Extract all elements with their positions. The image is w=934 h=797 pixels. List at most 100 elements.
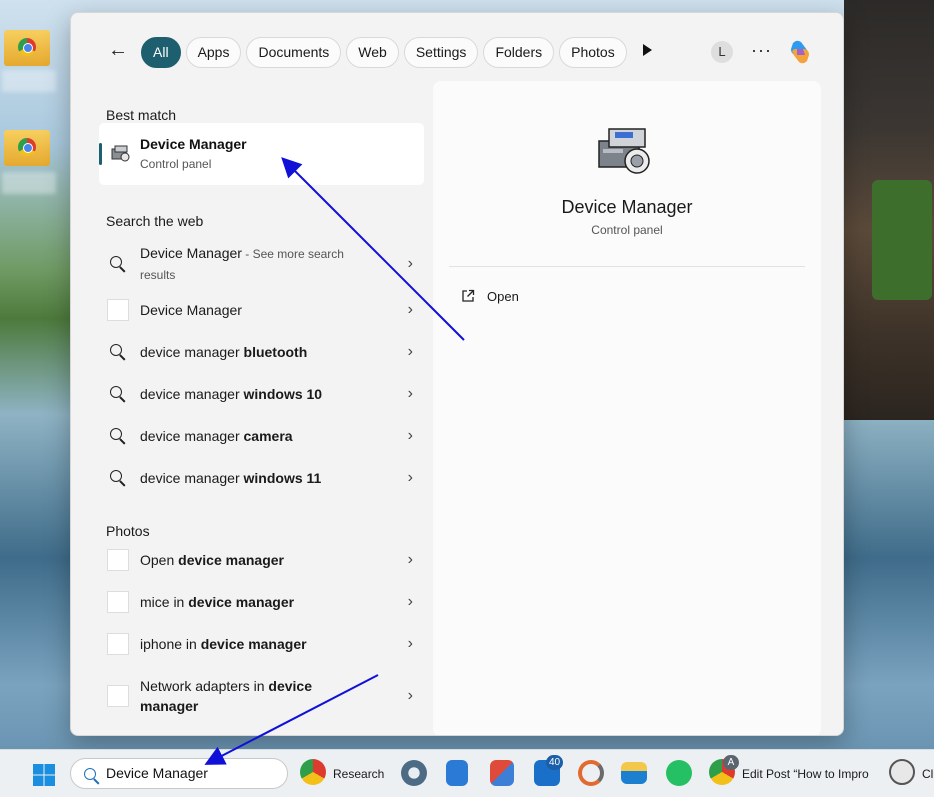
chrome-icon [300, 759, 326, 785]
chevron-right-icon: › [407, 301, 413, 318]
whatsapp-icon[interactable] [666, 760, 692, 786]
web-result-row[interactable]: Device Manager › [107, 290, 413, 330]
desktop-folder-label [2, 172, 56, 194]
photo-result-plain: Open [140, 552, 179, 568]
taskbar-app-last[interactable]: Cl [889, 759, 934, 789]
search-icon [107, 383, 129, 405]
desktop-folder-label [2, 70, 56, 92]
web-result-text: device manager windows 11 [140, 468, 380, 488]
web-result-text: device manager camera [140, 426, 380, 446]
search-web-heading: Search the web [106, 213, 204, 229]
chevron-right-icon: › [407, 427, 413, 444]
photo-result-row[interactable]: Network adapters in device manager › [107, 671, 413, 721]
web-result-text: device manager windows 10 [140, 384, 380, 404]
best-match-title: Device Manager [140, 136, 247, 152]
taskbar-edit-post-label: Edit Post “How to Impro [742, 767, 869, 781]
notepad-icon[interactable] [446, 760, 468, 786]
copilot-icon[interactable] [785, 37, 815, 67]
taskbar: Research 40 A Edit Post “How to Impro Cl [0, 749, 934, 797]
detail-subtitle: Control panel [591, 223, 663, 237]
photo-result-text: Open device manager [140, 550, 380, 570]
filter-all[interactable]: All [141, 37, 181, 68]
chevron-right-icon: › [407, 687, 413, 704]
taskbar-search-box[interactable] [70, 758, 288, 789]
web-result-row[interactable]: device manager windows 10 › [107, 374, 413, 414]
web-result-row[interactable]: device manager camera › [107, 416, 413, 456]
taskbar-outlook[interactable]: 40 [534, 755, 568, 789]
photo-thumbnail-icon [107, 685, 129, 707]
start-search-menu: ← All Apps Documents Web Settings Folder… [70, 12, 844, 736]
settings-gear-icon[interactable] [401, 760, 427, 786]
snipping-tool-icon[interactable] [490, 760, 514, 786]
photo-thumbnail-icon [107, 549, 129, 571]
search-icon [107, 253, 129, 275]
photo-result-text: Network adapters in device manager [140, 676, 340, 716]
web-result-bold: windows 11 [243, 470, 322, 486]
wallpaper-windmill [844, 0, 934, 420]
web-result-row[interactable]: device manager windows 11 › [107, 458, 413, 498]
web-result-text: Device Manager [140, 300, 380, 320]
photo-result-row[interactable]: iphone in device manager › [107, 624, 413, 664]
web-result-row[interactable]: Device Manager - See more search results… [107, 239, 413, 289]
search-icon [107, 425, 129, 447]
photo-result-bold: device manager [188, 594, 295, 610]
web-result-bold: windows 10 [243, 386, 323, 402]
photo-result-text: iphone in device manager [140, 634, 380, 654]
file-explorer-icon[interactable] [621, 762, 647, 784]
filter-documents[interactable]: Documents [246, 37, 342, 68]
open-label: Open [487, 288, 519, 304]
more-filters-play-icon[interactable] [643, 44, 652, 56]
chevron-right-icon: › [407, 593, 413, 610]
web-result-text: Device Manager - See more search results [140, 243, 380, 285]
photo-result-plain: iphone in [140, 636, 201, 652]
windows-start-icon[interactable] [33, 764, 55, 786]
photo-result-row[interactable]: mice in device manager › [107, 582, 413, 622]
best-match-heading: Best match [106, 107, 177, 123]
photo-thumbnail-icon [107, 591, 129, 613]
filter-web[interactable]: Web [346, 37, 399, 68]
web-result-bold: camera [243, 428, 293, 444]
web-result-bold: bluetooth [243, 344, 308, 360]
filter-apps[interactable]: Apps [185, 37, 242, 68]
open-action[interactable]: Open [461, 286, 519, 306]
taskbar-last-label: Cl [922, 767, 934, 781]
chevron-right-icon: › [407, 385, 413, 402]
filter-settings[interactable]: Settings [403, 37, 479, 68]
photo-result-row[interactable]: Open device manager › [107, 540, 413, 580]
photo-result-plain: mice in [140, 594, 189, 610]
photo-result-plain: Network adapters in [140, 678, 269, 694]
filter-bar: ← All Apps Documents Web Settings Folder… [71, 13, 843, 77]
best-match-device-manager[interactable]: Device Manager Control panel [99, 123, 424, 185]
chevron-right-icon: › [407, 635, 413, 652]
filter-folders[interactable]: Folders [483, 37, 555, 68]
device-manager-icon [111, 145, 130, 162]
photo-result-bold: device manager [200, 636, 307, 652]
web-result-text: device manager bluetooth [140, 342, 380, 362]
taskbar-research-label: Research [333, 767, 385, 781]
refresh-app-icon[interactable] [578, 760, 604, 786]
search-icon [107, 341, 129, 363]
desktop-folder-icon[interactable] [4, 30, 50, 66]
more-options-button[interactable]: ··· [751, 40, 772, 61]
web-result-query: device manager [140, 428, 244, 444]
photo-thumbnail-icon [107, 633, 129, 655]
thumbnail-icon [107, 299, 129, 321]
web-result-row[interactable]: device manager bluetooth › [107, 332, 413, 372]
filter-photos[interactable]: Photos [559, 37, 627, 68]
detail-pane: Device Manager Control panel Open [433, 81, 821, 735]
chevron-right-icon: › [407, 255, 413, 272]
photo-result-bold: device manager [178, 552, 284, 568]
web-result-query: device manager [140, 470, 244, 486]
account-avatar[interactable]: L [711, 41, 733, 63]
chevron-right-icon: › [407, 343, 413, 360]
back-arrow-icon[interactable]: ← [107, 39, 129, 61]
taskbar-search-input[interactable] [106, 765, 276, 781]
filter-chips: All Apps Documents Web Settings Folders … [141, 37, 627, 68]
taskbar-chrome-research[interactable]: Research [300, 759, 390, 789]
best-match-subtitle: Control panel [140, 157, 212, 171]
taskbar-chrome-edit-post[interactable]: A Edit Post “How to Impro [709, 755, 877, 789]
desktop-folder-icon[interactable] [4, 130, 50, 166]
web-result-query: device manager [140, 386, 244, 402]
detail-divider [449, 266, 805, 267]
web-result-query: Device Manager [140, 245, 242, 261]
